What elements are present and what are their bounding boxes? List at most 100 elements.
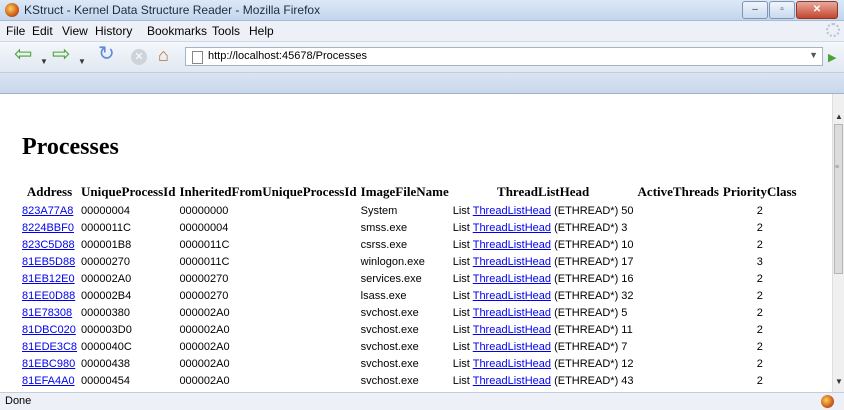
address-link[interactable]: 8224BBF0 bbox=[22, 222, 74, 234]
ppid-cell: 000002A0 bbox=[177, 355, 358, 372]
scroll-thumb[interactable] bbox=[834, 124, 843, 274]
address-cell[interactable]: 8224BBF0 bbox=[20, 219, 79, 236]
address-link[interactable]: 81DBC020 bbox=[22, 324, 76, 336]
thread-list-link[interactable]: ThreadListHead bbox=[473, 375, 551, 387]
home-button[interactable]: ⌂ bbox=[158, 46, 169, 64]
thread-list-link[interactable]: ThreadListHead bbox=[473, 273, 551, 285]
status-bar: Done bbox=[0, 392, 844, 410]
menu-file[interactable]: File bbox=[6, 24, 25, 38]
thread-list-link[interactable]: ThreadListHead bbox=[473, 256, 551, 268]
address-link[interactable]: 81EBC980 bbox=[22, 358, 75, 370]
address-link[interactable]: 81E78308 bbox=[22, 307, 72, 319]
priority-cell: 2 bbox=[721, 304, 799, 321]
back-button[interactable]: ⇦ bbox=[14, 43, 32, 65]
thread-list-cell[interactable]: List ThreadListHead (ETHREAD*) 12 bbox=[451, 355, 636, 372]
pid-value: 00000438 bbox=[81, 357, 130, 370]
scroll-down-icon[interactable]: ▼ bbox=[835, 377, 843, 386]
menu-edit[interactable]: Edit bbox=[32, 24, 53, 38]
thread-list-link[interactable]: ThreadListHead bbox=[473, 324, 551, 336]
type-suffix: (ETHREAD*) bbox=[554, 289, 619, 302]
maximize-button[interactable]: ▫ bbox=[769, 1, 795, 19]
vertical-scrollbar[interactable]: ▲ ≡ ▼ bbox=[832, 94, 844, 392]
thread-list-cell[interactable]: List ThreadListHead (ETHREAD*) 32 bbox=[451, 287, 636, 304]
priority-value: 2 bbox=[756, 306, 763, 319]
active-threads-value: 7 bbox=[621, 340, 628, 353]
pid-value: 000003D0 bbox=[81, 323, 132, 336]
thread-list-link[interactable]: ThreadListHead bbox=[473, 341, 551, 353]
address-cell[interactable]: 81EDE3C8 bbox=[20, 338, 79, 355]
reload-button[interactable]: ↻ bbox=[98, 44, 115, 64]
list-prefix: List bbox=[452, 340, 470, 353]
pid-cell: 00000380 bbox=[79, 304, 177, 321]
type-suffix: (ETHREAD*) bbox=[554, 340, 619, 353]
thread-list-cell[interactable]: List ThreadListHead (ETHREAD*) 3 bbox=[451, 219, 636, 236]
ppid-value: 0000011C bbox=[179, 238, 230, 251]
thread-list-cell[interactable]: List ThreadListHead (ETHREAD*) 16 bbox=[451, 270, 636, 287]
priority-value: 2 bbox=[756, 374, 763, 387]
ppid-value: 00000270 bbox=[179, 289, 229, 302]
scroll-up-icon[interactable]: ▲ bbox=[835, 112, 843, 121]
back-history-dropdown[interactable]: ▼ bbox=[40, 53, 48, 70]
address-cell[interactable]: 81EFA4A0 bbox=[20, 372, 79, 389]
list-prefix: List bbox=[452, 374, 470, 387]
pid-cell: 00000438 bbox=[79, 355, 177, 372]
thread-list-cell[interactable]: List ThreadListHead (ETHREAD*) 11 bbox=[451, 321, 636, 338]
address-link[interactable]: 81EDE3C8 bbox=[22, 341, 77, 353]
active-threads-cell bbox=[636, 236, 721, 253]
ppid-value: 000002A0 bbox=[179, 323, 230, 336]
stop-button[interactable]: ✕ bbox=[131, 49, 147, 65]
window-title: KStruct - Kernel Data Structure Reader -… bbox=[24, 3, 321, 17]
list-prefix: List bbox=[452, 255, 470, 268]
pid-cell: 00000270 bbox=[79, 253, 177, 270]
thread-list-link[interactable]: ThreadListHead bbox=[473, 205, 551, 217]
thread-list-cell[interactable]: List ThreadListHead (ETHREAD*) 5 bbox=[451, 304, 636, 321]
priority-cell: 2 bbox=[721, 372, 799, 389]
menu-help[interactable]: Help bbox=[249, 24, 274, 38]
menu-tools[interactable]: Tools bbox=[212, 24, 240, 38]
thread-list-cell[interactable]: List ThreadListHead (ETHREAD*) 43 bbox=[451, 372, 636, 389]
thread-list-link[interactable]: ThreadListHead bbox=[473, 358, 551, 370]
thread-list-link[interactable]: ThreadListHead bbox=[473, 307, 551, 319]
thread-list-link[interactable]: ThreadListHead bbox=[473, 290, 551, 302]
type-suffix: (ETHREAD*) bbox=[554, 204, 619, 217]
column-header: Address bbox=[26, 184, 73, 199]
url-dropdown-icon[interactable]: ▼ bbox=[809, 50, 818, 60]
address-cell[interactable]: 823A77A8 bbox=[20, 202, 79, 219]
thread-list-cell[interactable]: List ThreadListHead (ETHREAD*) 50 bbox=[451, 202, 636, 219]
address-cell[interactable]: 81EBC980 bbox=[20, 355, 79, 372]
address-link[interactable]: 823A77A8 bbox=[22, 205, 73, 217]
menu-history[interactable]: History bbox=[95, 24, 132, 38]
menu-bookmarks[interactable]: Bookmarks bbox=[147, 24, 207, 38]
address-cell[interactable]: 81E78308 bbox=[20, 304, 79, 321]
close-button[interactable]: ✕ bbox=[796, 1, 838, 19]
thread-list-link[interactable]: ThreadListHead bbox=[473, 239, 551, 251]
minimize-button[interactable]: – bbox=[742, 1, 768, 19]
active-threads-value: 43 bbox=[621, 374, 634, 387]
active-threads-value: 10 bbox=[621, 238, 634, 251]
activity-throbber-icon bbox=[826, 23, 840, 37]
thread-list-link[interactable]: ThreadListHead bbox=[473, 222, 551, 234]
address-link[interactable]: 81EB5D88 bbox=[22, 256, 75, 268]
go-button[interactable]: ▶ bbox=[828, 51, 836, 64]
address-bar[interactable]: http://localhost:45678/Processes ▼ bbox=[185, 47, 823, 66]
address-link[interactable]: 81EFA4A0 bbox=[22, 375, 75, 387]
thread-list-cell[interactable]: List ThreadListHead (ETHREAD*) 17 bbox=[451, 253, 636, 270]
pid-cell: 0000040C bbox=[79, 338, 177, 355]
address-cell[interactable]: 823C5D88 bbox=[20, 236, 79, 253]
menu-view[interactable]: View bbox=[62, 24, 88, 38]
address-cell[interactable]: 81EB5D88 bbox=[20, 253, 79, 270]
column-header: PriorityClass bbox=[722, 184, 797, 199]
ppid-value: 000002A0 bbox=[179, 374, 230, 387]
url-text[interactable]: http://localhost:45678/Processes bbox=[208, 50, 367, 62]
address-cell[interactable]: 81EB12E0 bbox=[20, 270, 79, 287]
type-suffix: (ETHREAD*) bbox=[554, 323, 619, 336]
forward-button[interactable]: ⇨ bbox=[52, 43, 70, 65]
address-cell[interactable]: 81EE0D88 bbox=[20, 287, 79, 304]
thread-list-cell[interactable]: List ThreadListHead (ETHREAD*) 10 bbox=[451, 236, 636, 253]
thread-list-cell[interactable]: List ThreadListHead (ETHREAD*) 7 bbox=[451, 338, 636, 355]
address-link[interactable]: 81EE0D88 bbox=[22, 290, 75, 302]
forward-history-dropdown[interactable]: ▼ bbox=[78, 53, 86, 70]
address-cell[interactable]: 81DBC020 bbox=[20, 321, 79, 338]
address-link[interactable]: 81EB12E0 bbox=[22, 273, 75, 285]
address-link[interactable]: 823C5D88 bbox=[22, 239, 75, 251]
